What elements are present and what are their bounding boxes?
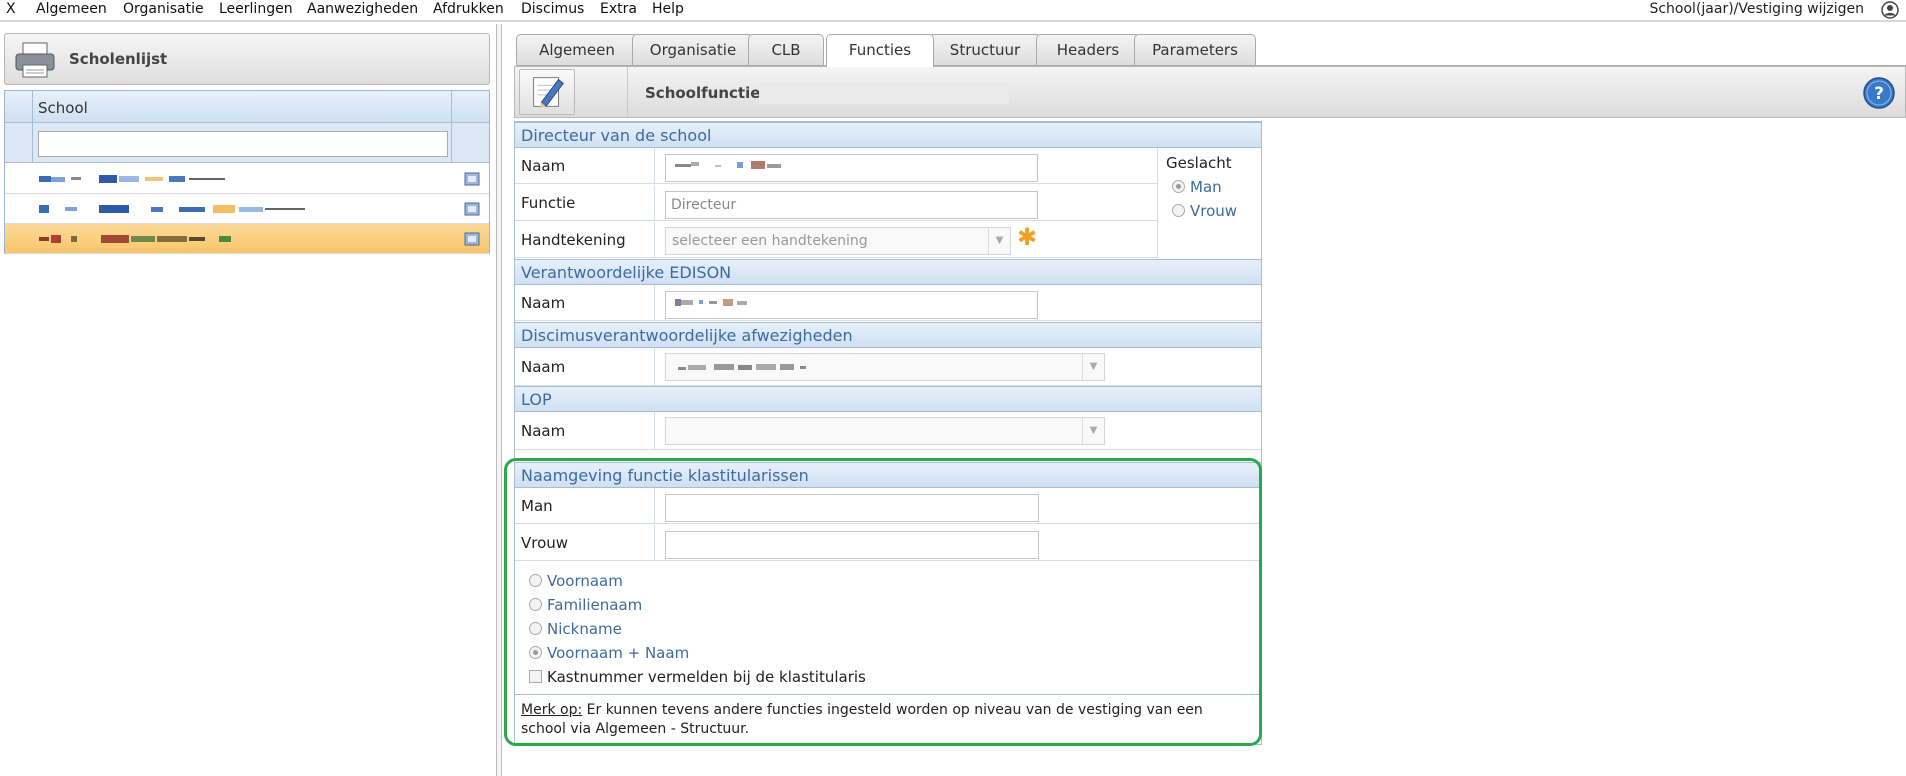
- tab-algemeen[interactable]: Algemeen: [516, 34, 638, 66]
- menu-afdrukken[interactable]: Afdrukken: [433, 1, 504, 17]
- geslacht-label: Geslacht: [1166, 154, 1232, 172]
- school-detail-icon[interactable]: [463, 170, 481, 188]
- radio-voornaam-naam[interactable]: Voornaam + Naam: [529, 644, 689, 662]
- lop-select[interactable]: ▼: [665, 417, 1105, 445]
- merk-op-label: Merk op:: [521, 702, 583, 718]
- asterisk-icon[interactable]: ✱: [1017, 223, 1037, 251]
- table-row[interactable]: [5, 164, 489, 194]
- section-klastitularissen: Naamgeving functie klastitularissen: [515, 462, 1261, 488]
- chevron-down-icon: ▼: [1082, 354, 1104, 380]
- klastitularis-vrouw-row: Vrouw: [515, 525, 1261, 561]
- menu-algemeen[interactable]: Algemeen: [36, 1, 107, 17]
- merk-op-note: Merk op: Er kunnen tevens andere functie…: [521, 702, 1203, 737]
- section-lop: LOP: [515, 386, 1261, 412]
- directeur-functie-row: Functie Directeur: [515, 185, 1157, 221]
- radio-man[interactable]: Man: [1172, 178, 1222, 196]
- menu-bar: X Algemeen Organisatie Leerlingen Aanwez…: [0, 0, 1906, 22]
- discimus-naam-label: Naam: [521, 358, 566, 376]
- tab-headers[interactable]: Headers: [1036, 34, 1140, 66]
- menu-help[interactable]: Help: [652, 1, 684, 17]
- school-grid: School: [4, 90, 490, 254]
- geslacht-group: Geslacht Man Vrouw: [1157, 148, 1261, 268]
- radio-voornaam[interactable]: Voornaam: [529, 572, 623, 590]
- grid-column-school[interactable]: School: [38, 99, 88, 117]
- redacted-name: [678, 364, 806, 370]
- user-icon[interactable]: [1881, 1, 1899, 19]
- tab-parameters[interactable]: Parameters: [1134, 34, 1256, 66]
- handtekening-select[interactable]: selecteer een handtekening ▼: [665, 227, 1011, 255]
- edit-button[interactable]: [519, 69, 575, 115]
- menu-leerlingen[interactable]: Leerlingen: [219, 1, 293, 17]
- directeur-naam-label: Naam: [521, 157, 566, 175]
- section-edison: Verantwoordelijke EDISON: [515, 259, 1261, 285]
- klastitularis-man-row: Man: [515, 488, 1261, 524]
- table-row-selected[interactable]: [5, 224, 489, 254]
- menu-close[interactable]: X: [6, 1, 16, 17]
- schoolfuncties-label: Schoolfuncties:: [645, 84, 776, 102]
- edit-icon: [533, 77, 564, 109]
- directeur-naam-row: Naam: [515, 148, 1157, 184]
- directeur-handtekening-label: Handtekening: [521, 231, 626, 249]
- klastitularis-vrouw-label: Vrouw: [521, 534, 569, 552]
- printer-icon[interactable]: [13, 41, 57, 79]
- functies-form: Directeur van de school Naam Functie Dir…: [514, 121, 1262, 745]
- edison-naam-row: Naam: [515, 285, 1261, 321]
- directeur-functie-input[interactable]: Directeur: [665, 191, 1038, 219]
- toolbar: Schoolfuncties: ?: [514, 66, 1906, 118]
- tab-structuur[interactable]: Structuur: [928, 34, 1042, 66]
- redacted-school-name: [39, 175, 225, 183]
- redacted-name: [675, 161, 781, 169]
- lop-naam-row: Naam ▼: [515, 412, 1261, 450]
- schoollist-title: Scholenlijst: [69, 50, 168, 68]
- edison-naam-input[interactable]: [665, 291, 1038, 319]
- school-detail-icon[interactable]: [463, 230, 481, 248]
- menu-discimus[interactable]: Discimus: [521, 1, 584, 17]
- change-school-link[interactable]: School(jaar)/Vestiging wijzigen: [1649, 1, 1864, 17]
- klastitularis-man-label: Man: [521, 497, 553, 515]
- directeur-handtekening-row: Handtekening selecteer een handtekening …: [515, 222, 1157, 258]
- radio-familienaam[interactable]: Familienaam: [529, 596, 642, 614]
- menu-extra[interactable]: Extra: [600, 1, 637, 17]
- kastnummer-checkbox[interactable]: Kastnummer vermelden bij de klastitulari…: [529, 668, 866, 686]
- help-icon[interactable]: ?: [1863, 77, 1895, 109]
- chevron-down-icon: ▼: [1082, 418, 1104, 444]
- school-filter-input[interactable]: [38, 131, 448, 157]
- section-directeur: Directeur van de school: [515, 122, 1261, 148]
- menu-organisatie[interactable]: Organisatie: [123, 1, 204, 17]
- tab-clb[interactable]: CLB: [748, 34, 824, 66]
- schoollist-header: Scholenlijst: [4, 33, 490, 85]
- redacted-school-name: [759, 82, 1009, 104]
- redacted-school-name: [39, 205, 305, 213]
- school-detail-icon[interactable]: [463, 200, 481, 218]
- svg-text:?: ?: [1874, 84, 1884, 104]
- radio-nickname[interactable]: Nickname: [529, 620, 622, 638]
- panel-splitter[interactable]: [496, 24, 502, 776]
- directeur-naam-input[interactable]: [665, 154, 1038, 182]
- discimus-naam-row: Naam ▼: [515, 348, 1261, 386]
- edison-naam-label: Naam: [521, 294, 566, 312]
- directeur-functie-label: Functie: [521, 194, 576, 212]
- grid-filter-row: [5, 123, 489, 163]
- section-discimus: Discimusverantwoordelijke afwezigheden: [515, 322, 1261, 348]
- lop-naam-label: Naam: [521, 422, 566, 440]
- tab-organisatie[interactable]: Organisatie: [632, 34, 754, 66]
- radio-vrouw[interactable]: Vrouw: [1172, 202, 1237, 220]
- klastitularis-vrouw-input[interactable]: [665, 531, 1039, 559]
- redacted-name: [675, 299, 747, 306]
- redacted-school-name: [39, 235, 231, 243]
- tab-functies[interactable]: Functies: [826, 34, 934, 67]
- chevron-down-icon: ▼: [988, 228, 1010, 254]
- klastitularis-man-input[interactable]: [665, 494, 1039, 522]
- table-row[interactable]: [5, 194, 489, 224]
- grid-header: School: [5, 91, 489, 123]
- menu-aanwezigheden[interactable]: Aanwezigheden: [307, 1, 418, 17]
- discimus-select[interactable]: ▼: [665, 353, 1105, 381]
